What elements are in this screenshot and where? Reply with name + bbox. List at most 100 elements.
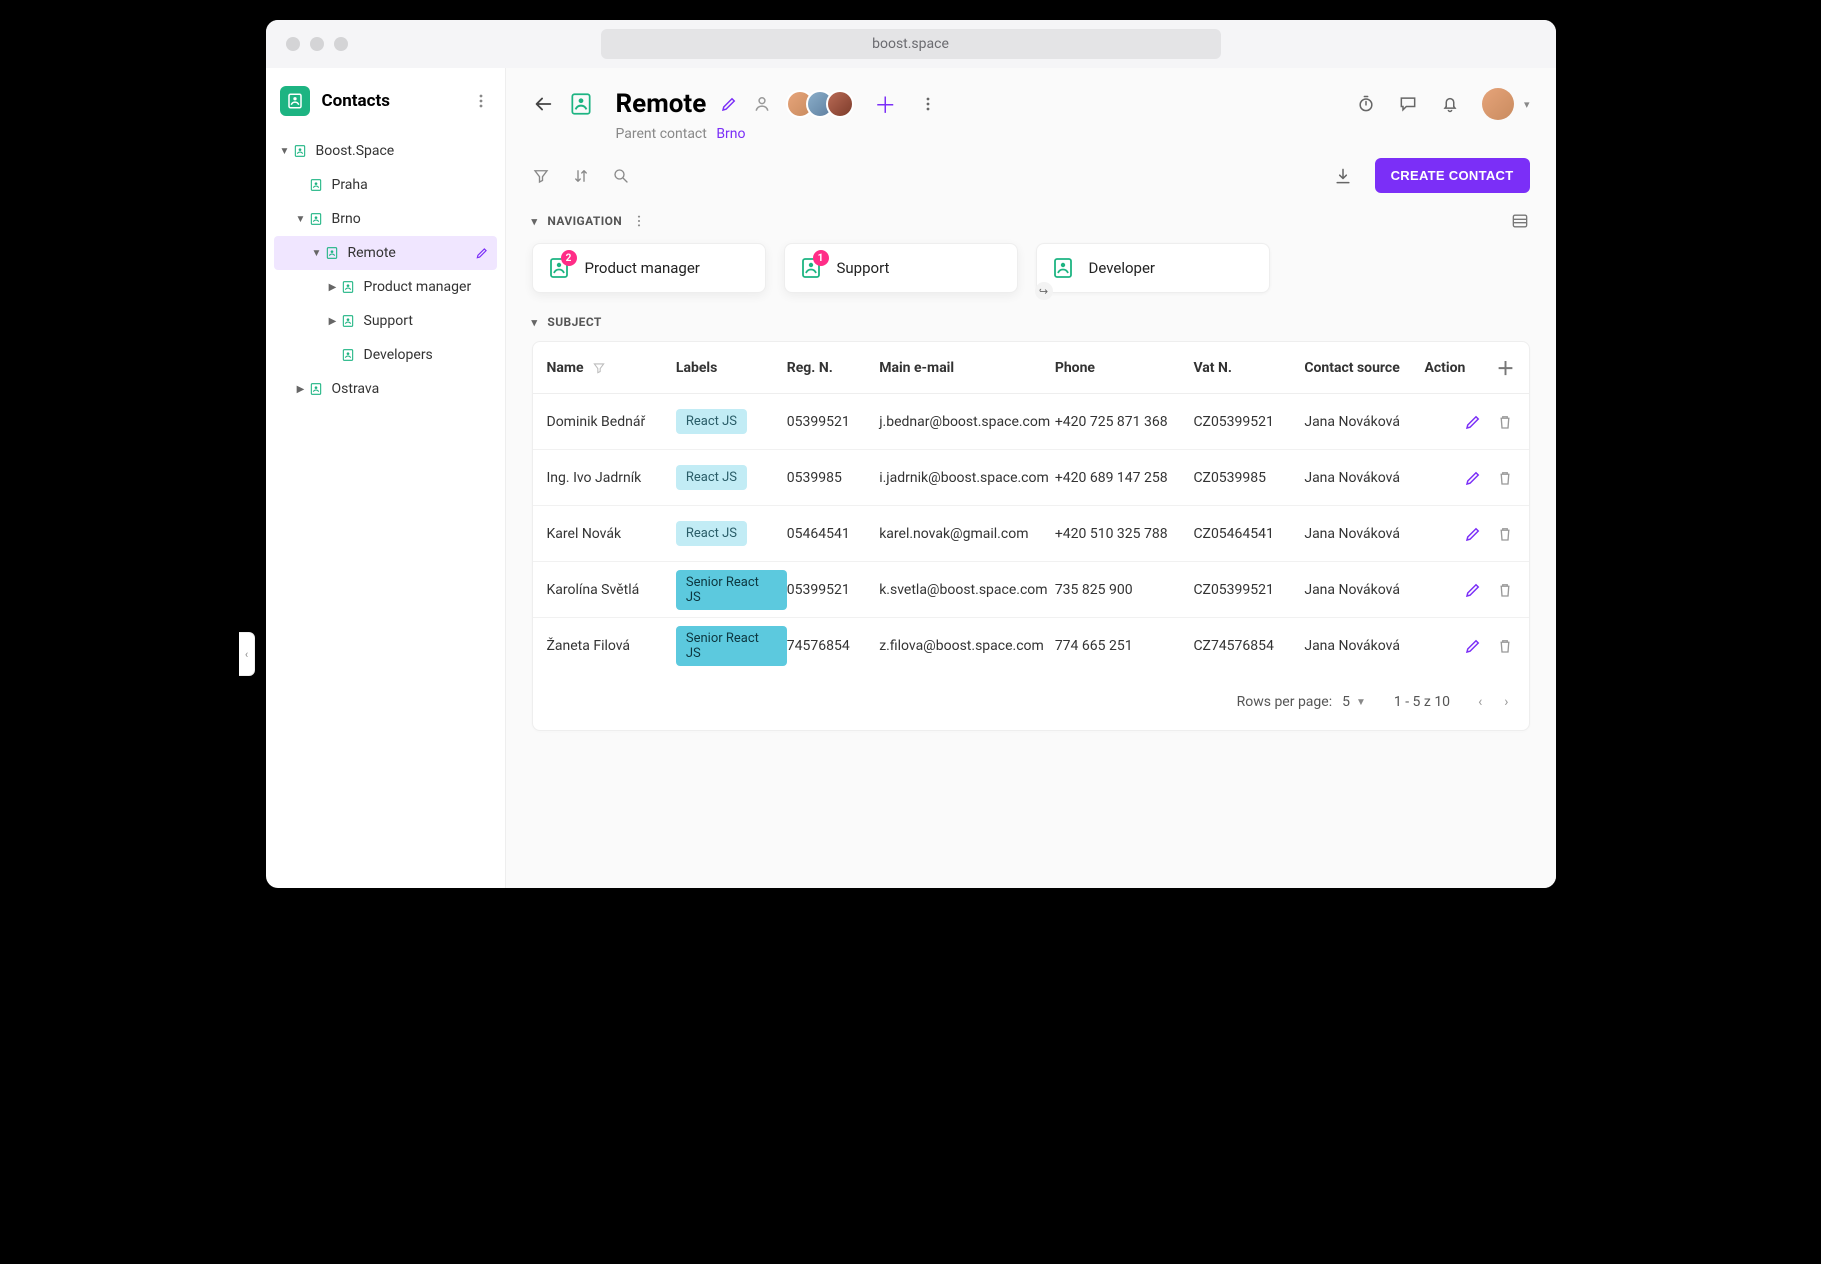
expand-icon[interactable]: ▶ [326,282,340,293]
expand-icon[interactable]: ▼ [294,214,308,225]
sort-icon[interactable] [572,167,590,185]
label-chip[interactable]: React JS [676,409,747,434]
delete-row-button[interactable] [1496,581,1514,599]
tree-item[interactable]: ▼Brno [274,202,497,236]
delete-row-button[interactable] [1496,413,1514,431]
edit-row-button[interactable] [1464,413,1482,431]
table-row[interactable]: Dominik BednářReact JS05399521j.bednar@b… [533,394,1529,450]
section-toggle[interactable]: ▾ [532,215,538,228]
tree-item[interactable]: ▼ Remote [274,236,497,270]
col-phone[interactable]: Phone [1055,360,1194,376]
tree-item[interactable]: ▶Support [274,304,497,338]
window-controls[interactable] [286,37,348,51]
cell-regn: 05464541 [787,526,879,542]
add-column-button[interactable]: ＋ [1496,355,1514,381]
cell-phone: +420 689 147 258 [1055,470,1194,486]
cell-label: Senior React JS [676,626,787,666]
expand-icon[interactable]: ▶ [294,384,308,395]
contact-icon [1051,256,1075,280]
badge: 1 [813,250,829,266]
col-regn[interactable]: Reg. N. [787,360,879,376]
rows-per-page-select[interactable]: 5 ▼ [1342,694,1366,710]
timer-icon[interactable] [1356,94,1376,114]
contacts-table: Name Labels Reg. N. Main e-mail Phone Va… [532,341,1530,731]
profile-avatar[interactable] [1482,88,1514,120]
bell-icon[interactable] [1440,94,1460,114]
page-menu-icon[interactable] [920,96,936,112]
page-title: Remote [616,89,707,119]
nav-card[interactable]: 1 Support [784,243,1018,293]
module-icon [280,86,310,116]
add-member-button[interactable]: ＋ [874,88,896,120]
col-name[interactable]: Name [547,360,676,376]
delete-row-button[interactable] [1496,525,1514,543]
table-row[interactable]: Karolína SvětláSenior React JS05399521k.… [533,562,1529,618]
section-menu-icon[interactable] [632,214,646,228]
table-row[interactable]: Žaneta FilováSenior React JS74576854z.fi… [533,618,1529,674]
col-source[interactable]: Contact source [1304,360,1424,376]
expand-icon[interactable]: ▶ [326,316,340,327]
label-chip[interactable]: React JS [676,465,747,490]
tree-item[interactable]: ▼ Boost.Space [274,134,497,168]
url-bar[interactable]: boost.space [601,29,1221,59]
edit-row-button[interactable] [1464,637,1482,655]
cell-email: i.jadrnik@boost.space.com [879,470,1055,486]
tree-label: Remote [348,245,475,261]
profile-dropdown-icon[interactable]: ▾ [1524,98,1530,111]
avatar[interactable] [826,90,854,118]
view-layout-icon[interactable] [1510,211,1530,231]
col-email[interactable]: Main e-mail [879,360,1055,376]
sidebar-menu-icon[interactable] [473,93,489,109]
expand-icon[interactable]: ▼ [278,146,292,157]
parent-link[interactable]: Brno [716,126,745,142]
tree-item[interactable]: ▶Product manager [274,270,497,304]
nav-card-label: Support [837,259,890,277]
edit-title-button[interactable] [720,95,738,113]
cell-phone: +420 725 871 368 [1055,414,1194,430]
cell-phone: +420 510 325 788 [1055,526,1194,542]
expand-icon[interactable]: ▼ [310,248,324,259]
edit-row-button[interactable] [1464,525,1482,543]
tree-label: Praha [332,177,491,193]
tree-item[interactable]: Developers [274,338,497,372]
prev-page-button[interactable]: ‹ [1478,694,1482,710]
tree-label: Boost.Space [316,143,491,159]
section-toggle[interactable]: ▾ [532,316,538,329]
col-labels[interactable]: Labels [676,360,787,376]
rows-per-page-label: Rows per page: [1237,694,1332,710]
cell-actions [1424,581,1514,599]
filter-icon[interactable] [532,167,550,185]
cell-regn: 74576854 [787,638,879,654]
col-vat[interactable]: Vat N. [1193,360,1304,376]
nav-card[interactable]: ↪Developer [1036,243,1270,293]
tree-item[interactable]: ▶Ostrava [274,372,497,406]
download-icon[interactable] [1333,166,1353,186]
nav-card[interactable]: 2Product manager [532,243,766,293]
next-page-button[interactable]: › [1504,694,1508,710]
back-button[interactable] [532,93,554,115]
create-contact-button[interactable]: CREATE CONTACT [1375,158,1530,193]
contact-icon [568,91,594,117]
cell-phone: 735 825 900 [1055,582,1194,598]
label-chip[interactable]: React JS [676,521,747,546]
alias-icon: ↪ [1035,282,1053,300]
contact-tree: ▼Boost.SpacePraha▼Brno▼Remote▶Product ma… [266,130,505,406]
delete-row-button[interactable] [1496,469,1514,487]
edit-row-button[interactable] [1464,581,1482,599]
member-avatars[interactable] [786,90,854,118]
label-chip[interactable]: Senior React JS [676,570,787,610]
delete-row-button[interactable] [1496,637,1514,655]
label-chip[interactable]: Senior React JS [676,626,787,666]
filter-icon[interactable] [592,361,606,375]
tree-item[interactable]: Praha [274,168,497,202]
cell-actions [1424,413,1514,431]
table-row[interactable]: Ing. Ivo JadrníkReact JS0539985i.jadrnik… [533,450,1529,506]
cell-actions [1424,469,1514,487]
table-row[interactable]: Karel NovákReact JS05464541karel.novak@g… [533,506,1529,562]
edit-row-button[interactable] [1464,469,1482,487]
chat-icon[interactable] [1398,94,1418,114]
cell-name: Ing. Ivo Jadrník [547,470,676,486]
search-icon[interactable] [612,167,630,185]
edit-icon[interactable] [475,246,491,260]
owner-icon[interactable] [752,94,772,114]
